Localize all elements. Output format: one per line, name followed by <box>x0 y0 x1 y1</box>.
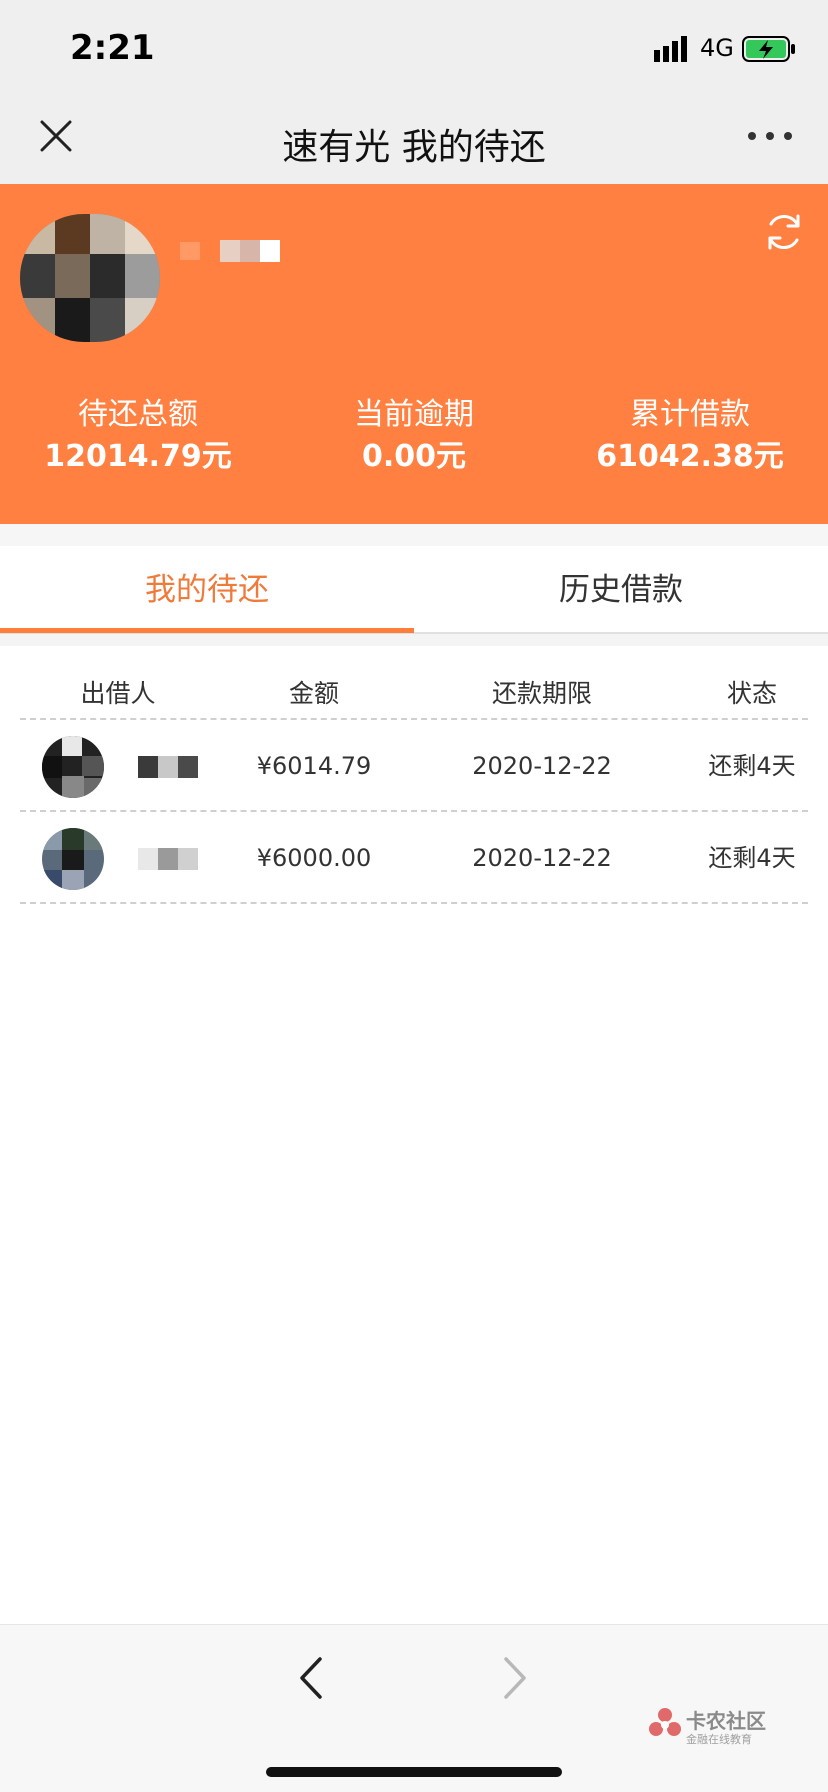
watermark-subtitle: 金融在线教育 <box>686 1733 752 1746</box>
lender-avatar <box>42 736 104 798</box>
tab-bar: 我的待还 历史借款 <box>0 546 828 634</box>
divider <box>0 524 828 546</box>
stat-label: 待还总额 <box>78 397 198 432</box>
avatar <box>20 214 160 342</box>
cell-amount: ¥6000.00 <box>256 844 372 872</box>
tab-history[interactable]: 历史借款 <box>414 546 828 634</box>
cell-due-date: 2020-12-22 <box>472 752 612 780</box>
header-lender: 出借人 <box>80 679 156 708</box>
summary-header: 待还总额 12014.79元 当前逾期 0.00元 累计借款 61042.38元 <box>0 184 828 524</box>
cell-amount: ¥6014.79 <box>256 752 372 780</box>
stat-value: 12014.79元 <box>44 439 232 474</box>
table-header: 出借人 金额 还款期限 状态 <box>20 670 808 720</box>
status-bar: 2:21 4G <box>0 0 828 96</box>
cell-status: 还剩4天 <box>708 752 796 780</box>
cell-status: 还剩4天 <box>708 844 796 872</box>
signal-icon <box>654 36 687 62</box>
watermark: 卡农社区 金融在线教育 <box>648 1705 768 1751</box>
lender-name-mask <box>138 756 198 778</box>
stat-overdue: 当前逾期 0.00元 <box>276 394 552 478</box>
browser-toolbar: 卡农社区 金融在线教育 <box>0 1624 828 1792</box>
stat-label: 累计借款 <box>630 397 750 432</box>
stat-label: 当前逾期 <box>354 397 474 432</box>
refresh-icon[interactable] <box>762 210 806 254</box>
stat-pending-total: 待还总额 12014.79元 <box>0 394 276 478</box>
lender-name-mask <box>138 848 198 870</box>
more-icon[interactable] <box>746 126 794 146</box>
watermark-title: 卡农社区 <box>686 1709 766 1733</box>
table-row[interactable]: ¥6014.79 2020-12-22 还剩4天 <box>20 720 808 812</box>
username-mask <box>180 240 280 262</box>
status-time: 2:21 <box>70 28 155 68</box>
tab-active-indicator <box>0 628 414 633</box>
stat-cumulative: 累计借款 61042.38元 <box>552 394 828 478</box>
page-title: 速有光 我的待还 <box>282 127 546 168</box>
lender-avatar <box>42 828 104 890</box>
header-status: 状态 <box>726 679 777 708</box>
table-row[interactable]: ¥6000.00 2020-12-22 还剩4天 <box>20 812 808 904</box>
battery-icon <box>742 36 795 62</box>
header-amount: 金额 <box>288 679 339 708</box>
network-label: 4G <box>700 34 734 62</box>
tab-pending[interactable]: 我的待还 <box>0 546 414 634</box>
nav-bar: 速有光 我的待还 <box>0 96 828 184</box>
stat-value: 0.00元 <box>361 439 467 474</box>
chevron-left-icon[interactable] <box>296 1655 326 1701</box>
stat-value: 61042.38元 <box>596 439 784 474</box>
home-indicator <box>266 1767 562 1777</box>
chevron-right-icon[interactable] <box>500 1655 530 1701</box>
cell-due-date: 2020-12-22 <box>472 844 612 872</box>
header-due: 还款期限 <box>491 679 592 708</box>
watermark-logo-icon <box>649 1708 681 1736</box>
divider <box>0 634 828 646</box>
loan-table: 出借人 金额 还款期限 状态 ¥6014.79 2020-12-22 还剩4天 <box>20 670 808 904</box>
